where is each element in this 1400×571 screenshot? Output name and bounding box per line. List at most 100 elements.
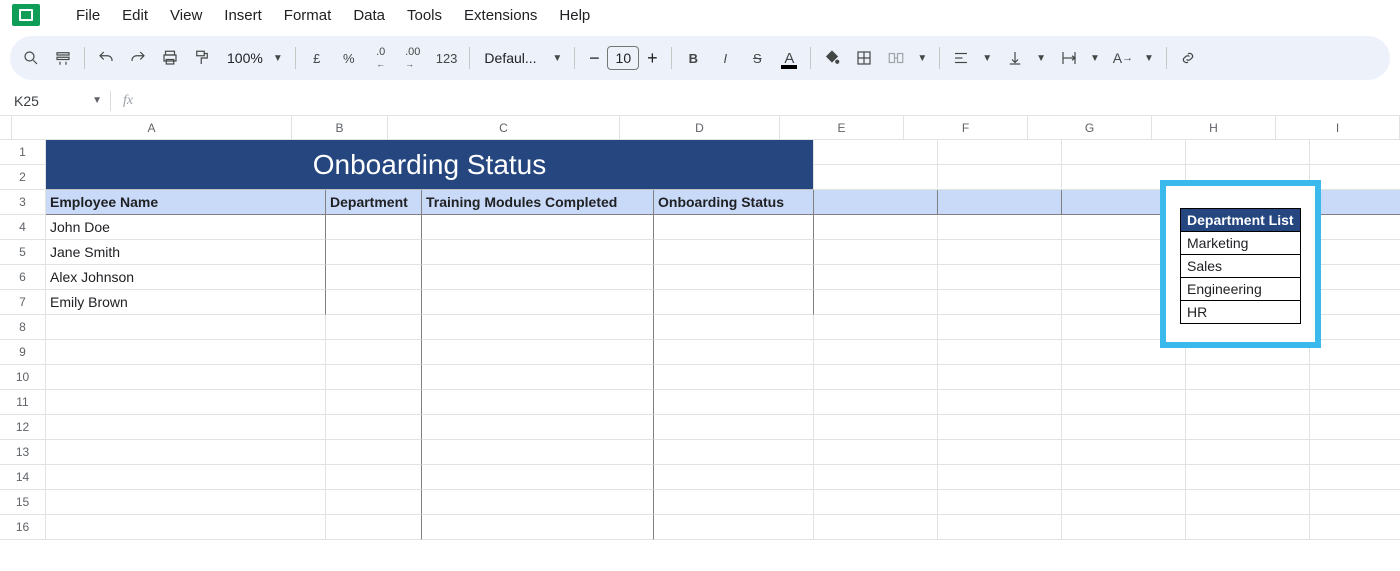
column-header-I[interactable]: I bbox=[1276, 116, 1400, 139]
decrease-decimal-button[interactable]: .0← bbox=[366, 43, 396, 73]
row-header-1[interactable]: 1 bbox=[0, 140, 46, 165]
cell[interactable] bbox=[814, 215, 938, 240]
table-header[interactable]: Department bbox=[326, 190, 422, 215]
column-header-C[interactable]: C bbox=[388, 116, 620, 139]
row-header-12[interactable]: 12 bbox=[0, 415, 46, 440]
cell[interactable] bbox=[654, 490, 814, 515]
cell[interactable] bbox=[654, 340, 814, 365]
cell[interactable] bbox=[1186, 140, 1310, 165]
cell[interactable] bbox=[422, 490, 654, 515]
cell[interactable] bbox=[1062, 365, 1186, 390]
decrease-font-size-button[interactable]: − bbox=[581, 48, 607, 69]
cell[interactable] bbox=[422, 390, 654, 415]
strikethrough-button[interactable]: S bbox=[742, 43, 772, 73]
cell[interactable] bbox=[1186, 465, 1310, 490]
row-header-3[interactable]: 3 bbox=[0, 190, 46, 215]
fill-color-button[interactable] bbox=[817, 43, 847, 73]
cell[interactable] bbox=[326, 240, 422, 265]
menu-help[interactable]: Help bbox=[549, 3, 600, 28]
cell[interactable] bbox=[938, 240, 1062, 265]
cell[interactable] bbox=[1310, 390, 1400, 415]
menu-insert[interactable]: Insert bbox=[214, 3, 272, 28]
undo-button[interactable] bbox=[91, 43, 121, 73]
cell[interactable] bbox=[814, 140, 938, 165]
cell[interactable] bbox=[422, 315, 654, 340]
row-header-4[interactable]: 4 bbox=[0, 215, 46, 240]
cell[interactable] bbox=[422, 215, 654, 240]
cell[interactable] bbox=[654, 265, 814, 290]
row-header-6[interactable]: 6 bbox=[0, 265, 46, 290]
cell[interactable] bbox=[422, 240, 654, 265]
cell[interactable] bbox=[326, 490, 422, 515]
cell[interactable] bbox=[814, 190, 938, 215]
cell[interactable] bbox=[1310, 415, 1400, 440]
text-color-button[interactable]: A bbox=[774, 43, 804, 73]
cell[interactable] bbox=[46, 365, 326, 390]
italic-button[interactable]: I bbox=[710, 43, 740, 73]
cell[interactable] bbox=[1310, 315, 1400, 340]
cell[interactable] bbox=[814, 490, 938, 515]
format-currency-button[interactable]: £ bbox=[302, 43, 332, 73]
row-header-14[interactable]: 14 bbox=[0, 465, 46, 490]
cell[interactable] bbox=[938, 415, 1062, 440]
row-header-15[interactable]: 15 bbox=[0, 490, 46, 515]
sheets-logo[interactable] bbox=[12, 4, 40, 26]
employee-name-cell[interactable]: Jane Smith bbox=[46, 240, 326, 265]
employee-name-cell[interactable]: Emily Brown bbox=[46, 290, 326, 315]
cell[interactable] bbox=[1062, 515, 1186, 540]
cell[interactable] bbox=[422, 415, 654, 440]
cell[interactable] bbox=[938, 265, 1062, 290]
cell[interactable] bbox=[1186, 440, 1310, 465]
column-header-H[interactable]: H bbox=[1152, 116, 1276, 139]
cell[interactable] bbox=[326, 365, 422, 390]
menus-button[interactable] bbox=[48, 43, 78, 73]
cell[interactable] bbox=[46, 415, 326, 440]
cell[interactable] bbox=[422, 515, 654, 540]
insert-link-button[interactable] bbox=[1173, 43, 1203, 73]
cell[interactable] bbox=[422, 265, 654, 290]
cell[interactable] bbox=[422, 465, 654, 490]
cell[interactable] bbox=[326, 390, 422, 415]
cell[interactable] bbox=[814, 365, 938, 390]
horizontal-align-button[interactable]: ▼ bbox=[946, 43, 998, 73]
row-header-7[interactable]: 7 bbox=[0, 290, 46, 315]
title-banner[interactable]: Onboarding Status bbox=[46, 140, 814, 190]
column-header-E[interactable]: E bbox=[780, 116, 904, 139]
row-header-5[interactable]: 5 bbox=[0, 240, 46, 265]
cell[interactable] bbox=[326, 415, 422, 440]
more-formats-button[interactable]: 123 bbox=[430, 43, 464, 73]
row-header-9[interactable]: 9 bbox=[0, 340, 46, 365]
cell[interactable] bbox=[814, 265, 938, 290]
cell[interactable] bbox=[1310, 440, 1400, 465]
bold-button[interactable]: B bbox=[678, 43, 708, 73]
cell[interactable] bbox=[938, 165, 1062, 190]
row-header-16[interactable]: 16 bbox=[0, 515, 46, 540]
menu-tools[interactable]: Tools bbox=[397, 3, 452, 28]
cell[interactable] bbox=[814, 465, 938, 490]
cell[interactable] bbox=[422, 365, 654, 390]
cell[interactable] bbox=[1310, 240, 1400, 265]
row-header-11[interactable]: 11 bbox=[0, 390, 46, 415]
menu-extensions[interactable]: Extensions bbox=[454, 3, 547, 28]
cell[interactable] bbox=[938, 365, 1062, 390]
cell[interactable] bbox=[422, 290, 654, 315]
cell[interactable] bbox=[422, 440, 654, 465]
cell[interactable] bbox=[1186, 415, 1310, 440]
column-header-D[interactable]: D bbox=[620, 116, 780, 139]
cell[interactable] bbox=[814, 415, 938, 440]
cell[interactable] bbox=[814, 165, 938, 190]
cell[interactable] bbox=[654, 440, 814, 465]
cell[interactable] bbox=[1310, 290, 1400, 315]
cell[interactable] bbox=[814, 440, 938, 465]
cell[interactable] bbox=[814, 390, 938, 415]
borders-button[interactable] bbox=[849, 43, 879, 73]
cell[interactable] bbox=[814, 515, 938, 540]
cell[interactable] bbox=[326, 340, 422, 365]
cell[interactable] bbox=[1310, 265, 1400, 290]
cell[interactable] bbox=[938, 315, 1062, 340]
cell[interactable] bbox=[938, 515, 1062, 540]
vertical-align-button[interactable]: ▼ bbox=[1000, 43, 1052, 73]
column-header-F[interactable]: F bbox=[904, 116, 1028, 139]
name-box[interactable]: K25 ▼ bbox=[0, 93, 110, 109]
column-header-A[interactable]: A bbox=[12, 116, 292, 139]
